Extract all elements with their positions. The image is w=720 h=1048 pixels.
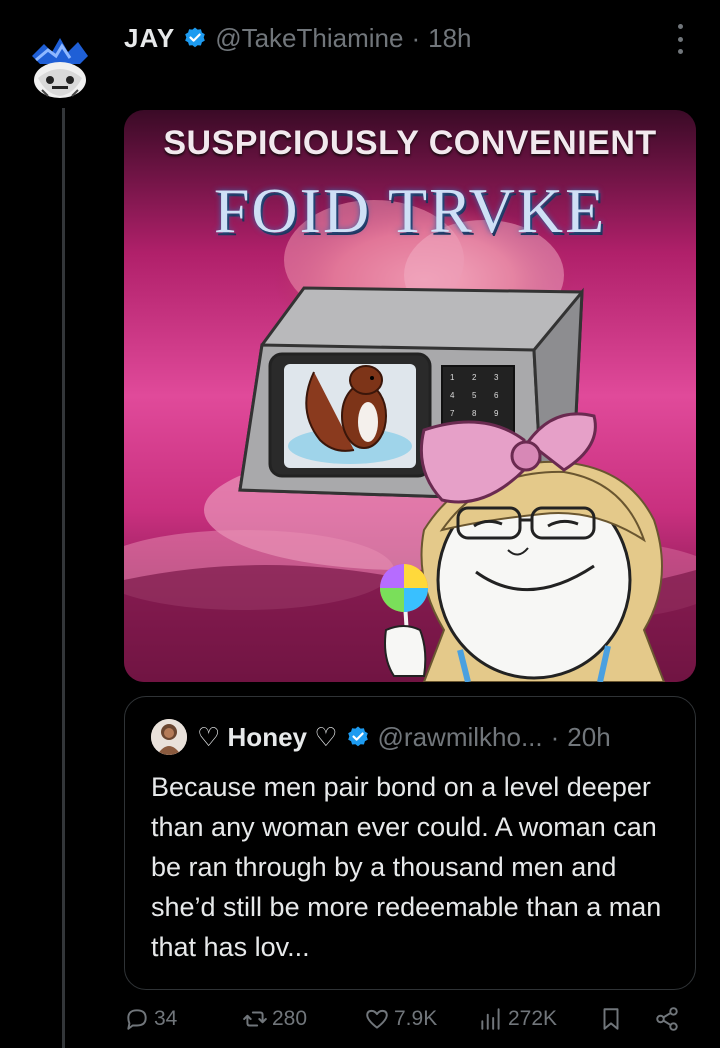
repost-icon: [243, 1011, 267, 1027]
meme-title-text: FOID TRVKE: [213, 175, 607, 246]
quoted-author-handle[interactable]: @rawmilkho...: [378, 722, 543, 753]
reply-button[interactable]: 34: [124, 1006, 177, 1032]
svg-text:9: 9: [494, 409, 499, 418]
author-name[interactable]: JAY: [124, 23, 175, 54]
svg-text:7: 7: [450, 409, 455, 418]
avatar-image: [22, 30, 98, 106]
share-icon: [656, 1007, 678, 1031]
svg-text:8: 8: [472, 409, 477, 418]
svg-text:4: 4: [450, 391, 455, 400]
quoted-post-text: Because men pair bond on a level deeper …: [151, 772, 662, 962]
more-options-button[interactable]: [676, 24, 684, 54]
svg-text:6: 6: [494, 391, 499, 400]
share-button[interactable]: [654, 1006, 684, 1032]
reply-count: 34: [154, 1007, 178, 1030]
quoted-post-timestamp[interactable]: 20h: [567, 722, 610, 753]
separator-dot: ·: [550, 721, 560, 752]
verified-badge-icon: [185, 27, 206, 48]
quoted-post-header: ♡ Honey ♡ @rawmilkho... · 20h: [151, 719, 611, 755]
like-button[interactable]: 7.9K: [364, 1006, 437, 1032]
repost-count: 280: [272, 1007, 308, 1030]
quoted-post[interactable]: ♡ Honey ♡ @rawmilkho... · 20h Because me…: [124, 696, 696, 990]
meme-top-text: SUSPICIOUSLY CONVENIENT: [163, 124, 657, 162]
quoted-avatar-image: [151, 719, 187, 755]
views-button[interactable]: 272K: [478, 1006, 557, 1032]
post-actions-bar: 34 280 7.9K 272K: [124, 1006, 694, 1046]
svg-text:3: 3: [494, 373, 499, 382]
like-count: 7.9K: [394, 1007, 438, 1030]
author-avatar[interactable]: [22, 30, 98, 106]
svg-text:1: 1: [450, 373, 455, 382]
verified-badge-icon: [347, 726, 368, 747]
thread-line: [62, 108, 65, 1048]
bookmark-button[interactable]: [598, 1006, 628, 1032]
more-vertical-icon: [677, 24, 683, 29]
quoted-author-avatar[interactable]: [151, 719, 187, 755]
separator-dot: ·: [411, 22, 421, 53]
bookmark-icon: [603, 1008, 619, 1030]
repost-button[interactable]: 280: [242, 1006, 307, 1032]
views-chart-icon: [481, 1008, 500, 1030]
reply-icon: [127, 1009, 147, 1030]
view-count: 272K: [508, 1007, 558, 1030]
post-timestamp[interactable]: 18h: [428, 23, 471, 54]
heart-icon: [366, 1009, 388, 1029]
quoted-author-name[interactable]: ♡ Honey ♡: [197, 722, 338, 753]
svg-text:5: 5: [472, 391, 477, 400]
post-image[interactable]: 123 456 789 0GO SUSPICIOUSLY CONVENIENT: [124, 110, 696, 682]
post-header: JAY @TakeThiamine · 18h: [124, 18, 472, 58]
author-handle[interactable]: @TakeThiamine: [215, 23, 403, 54]
svg-text:2: 2: [472, 373, 477, 382]
